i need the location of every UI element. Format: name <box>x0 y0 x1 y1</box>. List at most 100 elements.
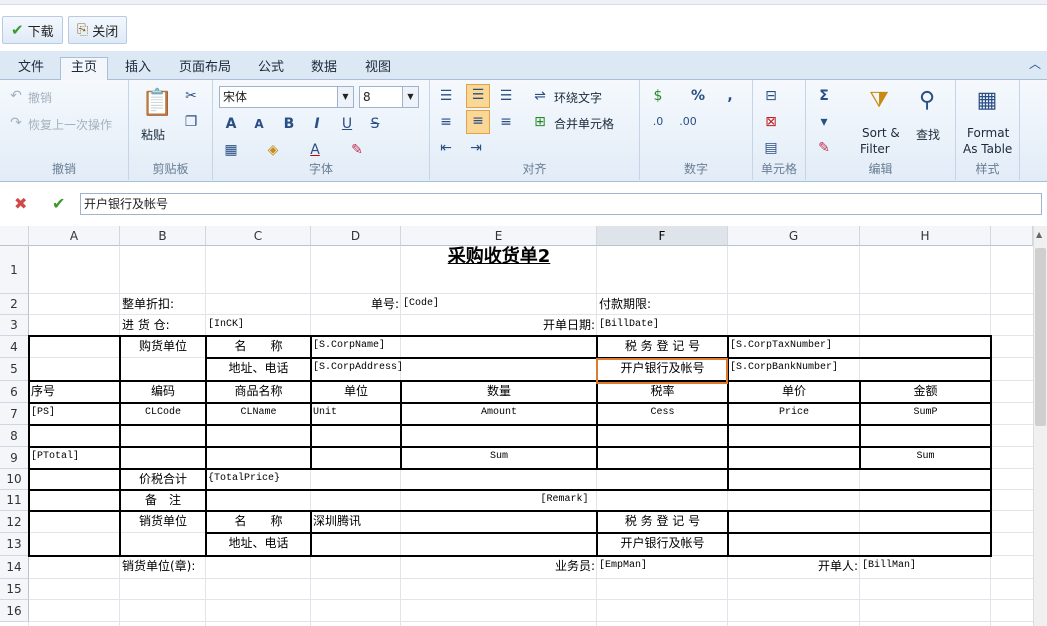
row-header-5[interactable]: 5 <box>0 358 29 381</box>
sort-label[interactable]: Sort & <box>862 126 900 140</box>
row-header-11[interactable]: 11 <box>0 490 29 511</box>
comma-icon[interactable]: , <box>720 86 740 106</box>
row-header-7[interactable]: 7 <box>0 403 29 425</box>
scroll-thumb[interactable] <box>1035 248 1046 426</box>
font-size-select[interactable]: 8 ▼ <box>359 86 419 108</box>
wrap-text-button[interactable]: 环绕文字 <box>554 89 602 106</box>
format-cells-icon[interactable]: ▤ <box>761 138 781 158</box>
row-header-4[interactable]: 4 <box>0 336 29 358</box>
cut-icon[interactable]: ✂ <box>181 86 201 106</box>
cell-seller-name[interactable]: 深圳腾讯 <box>313 511 399 533</box>
strikethrough-icon[interactable]: S <box>365 114 385 134</box>
find-button[interactable]: 查找 <box>916 126 940 143</box>
bold-icon[interactable]: B <box>279 114 299 134</box>
cell-r10-val[interactable]: {TotalPrice} <box>208 469 309 490</box>
tab-page-layout[interactable]: 页面布局 <box>179 58 231 80</box>
italic-icon[interactable]: I <box>307 114 327 134</box>
selected-cell[interactable] <box>596 358 728 384</box>
cell-r14-bill-label[interactable]: 开单人: <box>730 556 858 579</box>
select-all-corner[interactable] <box>0 226 29 246</box>
cell-tax[interactable]: 税 务 登 记 号 <box>599 336 726 358</box>
align-middle-icon[interactable]: ☰ <box>466 84 490 108</box>
cell-r7-cess[interactable]: Cess <box>599 403 726 425</box>
font-name-select[interactable]: 宋体 ▼ <box>219 86 354 108</box>
column-header-e[interactable]: E <box>401 226 597 246</box>
confirm-icon[interactable]: ✔ <box>52 194 65 213</box>
increase-indent-icon[interactable]: ⇥ <box>466 138 486 158</box>
column-header-c[interactable]: C <box>206 226 311 246</box>
cell-r14-bill[interactable]: [BillMan] <box>862 556 989 579</box>
clear-format-icon[interactable]: ✎ <box>347 140 367 160</box>
cell-h-code[interactable]: 编码 <box>122 381 204 403</box>
currency-icon[interactable]: $ <box>648 86 668 106</box>
row-header-13[interactable]: 13 <box>0 533 29 556</box>
redo-button[interactable]: 恢复上一次操作 <box>28 116 112 133</box>
fill-icon[interactable]: ▾ <box>814 112 834 132</box>
row-header-12[interactable]: 12 <box>0 511 29 533</box>
row-header-2[interactable]: 2 <box>0 294 29 315</box>
percent-icon[interactable]: % <box>688 86 708 106</box>
cell-r9-total[interactable]: [PTotal] <box>31 447 118 469</box>
tab-insert[interactable]: 插入 <box>125 58 151 80</box>
cell-corpbank[interactable]: [S.CorpBankNumber] <box>730 358 858 381</box>
cell-title[interactable]: 采购收货单2 <box>403 246 595 294</box>
align-center-icon[interactable]: ≡ <box>466 110 490 134</box>
column-header-a[interactable]: A <box>29 226 120 246</box>
cell-r3-date[interactable]: [BillDate] <box>599 315 726 336</box>
cell-name[interactable]: 名 称 <box>208 336 309 358</box>
cell-r2-term[interactable]: 付款期限: <box>599 294 726 315</box>
decrease-indent-icon[interactable]: ⇤ <box>436 138 456 158</box>
cell-h-qty[interactable]: 数量 <box>403 381 595 403</box>
cell-r2-code[interactable]: [Code] <box>403 294 595 315</box>
cell-seller-bank[interactable]: 开户银行及帐号 <box>599 533 726 556</box>
row-header-1[interactable]: 1 <box>0 246 29 294</box>
insert-cells-icon[interactable]: ⊟ <box>761 86 781 106</box>
cell-r7-amt[interactable]: Amount <box>403 403 595 425</box>
grow-font-icon[interactable]: A <box>221 114 241 134</box>
cell-r7-sum[interactable]: SumP <box>862 403 989 425</box>
autosum-icon[interactable]: Σ <box>814 86 834 106</box>
cell-h-price[interactable]: 单价 <box>730 381 858 403</box>
tab-data[interactable]: 数据 <box>311 58 337 80</box>
cell-buyer[interactable]: 购货单位 <box>122 336 204 358</box>
fill-color-icon[interactable]: ◈ <box>263 140 283 160</box>
row-header-14[interactable]: 14 <box>0 556 29 579</box>
cell-h-tax[interactable]: 税率 <box>599 381 726 403</box>
row-header-8[interactable]: 8 <box>0 425 29 447</box>
cell-r11-val[interactable]: [Remark] <box>403 490 726 511</box>
tab-home[interactable]: 主页 <box>60 57 109 81</box>
increase-decimal-icon[interactable]: .0 <box>648 112 668 132</box>
cell-r7-price[interactable]: Price <box>730 403 858 425</box>
column-header-h[interactable]: H <box>860 226 991 246</box>
row-header-15[interactable]: 15 <box>0 579 29 600</box>
column-header-f[interactable]: F <box>597 226 728 246</box>
cell-r11-label[interactable]: 备 注 <box>122 490 204 511</box>
cell-r7-unit[interactable]: Unit <box>313 403 399 425</box>
cell-r14-emp-label[interactable]: 业务员: <box>403 556 595 579</box>
row-header-9[interactable]: 9 <box>0 447 29 469</box>
font-color-icon[interactable]: A <box>305 140 325 160</box>
format-label[interactable]: Format <box>967 126 1009 140</box>
cell-addr[interactable]: 地址、电话 <box>208 358 309 381</box>
cell-h-amt[interactable]: 金额 <box>862 381 989 403</box>
filter-label[interactable]: Filter <box>860 142 890 156</box>
decrease-decimal-icon[interactable]: .00 <box>678 112 698 132</box>
cell-seller-name-label[interactable]: 名 称 <box>208 511 309 533</box>
column-header-d[interactable]: D <box>311 226 401 246</box>
cell-seller[interactable]: 销货单位 <box>122 511 204 533</box>
cell-h-unit[interactable]: 单位 <box>313 381 399 403</box>
cell-r2-label[interactable]: 整单折扣: <box>122 294 204 315</box>
tab-file[interactable]: 文件 <box>18 58 44 80</box>
cell-corpaddr[interactable]: [S.CorpAddress] <box>313 358 403 381</box>
column-header-b[interactable]: B <box>120 226 206 246</box>
column-header-g[interactable]: G <box>728 226 860 246</box>
align-top-icon[interactable]: ☰ <box>436 86 456 106</box>
cell-r3-inck[interactable]: [InCK] <box>208 315 309 336</box>
cell-h-name[interactable]: 商品名称 <box>208 381 309 403</box>
row-header-16[interactable]: 16 <box>0 600 29 622</box>
tab-view[interactable]: 视图 <box>365 58 391 80</box>
cell-r7-name[interactable]: CLName <box>208 403 309 425</box>
borders-icon[interactable]: ▦ <box>221 140 241 160</box>
paste-button[interactable]: 粘贴 <box>141 126 165 143</box>
cell-r3-label[interactable]: 进 货 仓: <box>122 315 204 336</box>
